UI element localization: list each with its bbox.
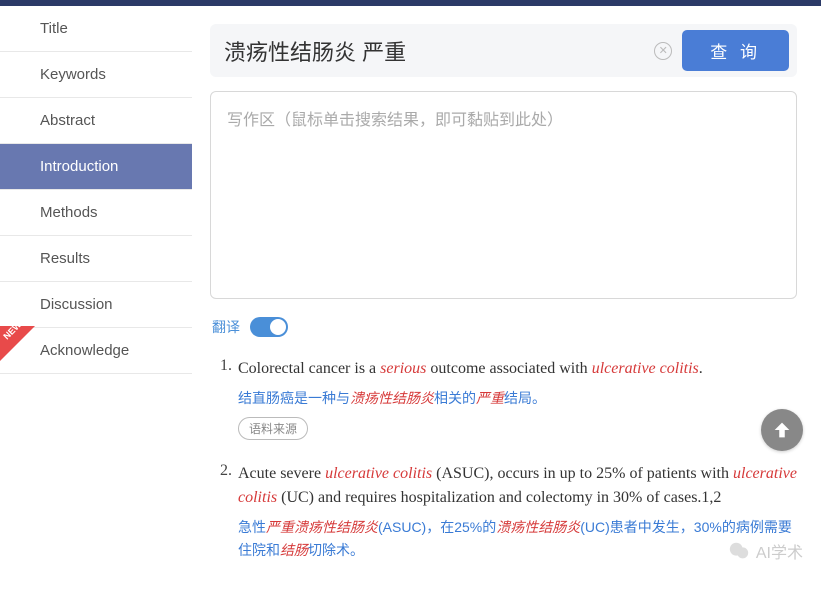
result-body: Colorectal cancer is a serious outcome a… bbox=[238, 357, 797, 440]
new-badge-icon: NEW bbox=[0, 326, 35, 364]
sidebar-item-keywords[interactable]: Keywords bbox=[0, 52, 192, 98]
search-input[interactable] bbox=[224, 38, 644, 64]
result-number: 2. bbox=[214, 462, 238, 569]
source-button[interactable]: 语料来源 bbox=[238, 417, 308, 440]
sidebar-item-title[interactable]: Title bbox=[0, 6, 192, 52]
sidebar: Title Keywords Abstract Introduction Met… bbox=[0, 6, 192, 591]
results-list: 1.Colorectal cancer is a serious outcome… bbox=[210, 357, 797, 591]
translate-label: 翻译 bbox=[212, 317, 240, 337]
sidebar-item-introduction[interactable]: Introduction bbox=[0, 144, 192, 190]
result-translation: 急性严重溃疡性结肠炎(ASUC)，在25%的溃疡性结肠炎(UC)患者中发生，30… bbox=[238, 516, 797, 561]
sidebar-item-methods[interactable]: Methods bbox=[0, 190, 192, 236]
sidebar-item-discussion[interactable]: Discussion bbox=[0, 282, 192, 328]
translate-toggle[interactable] bbox=[250, 317, 288, 337]
main-panel: ✕ 查 询 写作区（鼠标单击搜索结果，即可黏贴到此处） 翻译 1.Colorec… bbox=[192, 6, 821, 591]
result-number: 1. bbox=[214, 357, 238, 440]
result-item[interactable]: 1.Colorectal cancer is a serious outcome… bbox=[214, 357, 797, 440]
sidebar-item-abstract[interactable]: Abstract bbox=[0, 98, 192, 144]
result-body: Acute severe ulcerative colitis (ASUC), … bbox=[238, 462, 797, 569]
query-button[interactable]: 查 询 bbox=[682, 30, 789, 71]
result-item[interactable]: 2.Acute severe ulcerative colitis (ASUC)… bbox=[214, 462, 797, 569]
clear-search-icon[interactable]: ✕ bbox=[654, 42, 672, 60]
sidebar-item-results[interactable]: Results bbox=[0, 236, 192, 282]
scroll-to-top-button[interactable] bbox=[761, 409, 803, 451]
arrow-up-icon bbox=[771, 419, 793, 441]
search-bar: ✕ 查 询 bbox=[210, 24, 797, 77]
result-english: Colorectal cancer is a serious outcome a… bbox=[238, 357, 797, 381]
result-translation: 结直肠癌是一种与溃疡性结肠炎相关的严重结局。 bbox=[238, 387, 797, 409]
wechat-icon bbox=[728, 540, 750, 562]
result-english: Acute severe ulcerative colitis (ASUC), … bbox=[238, 462, 797, 510]
watermark-text: AI学术 bbox=[756, 539, 803, 563]
writing-area[interactable]: 写作区（鼠标单击搜索结果，即可黏贴到此处） bbox=[210, 91, 797, 299]
translate-row: 翻译 bbox=[210, 317, 797, 337]
watermark: AI学术 bbox=[728, 539, 803, 563]
